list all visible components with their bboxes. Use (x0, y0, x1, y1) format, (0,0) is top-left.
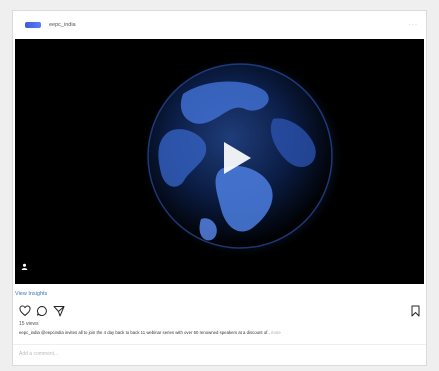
post-caption: eepc_india @eepcindia invites all to joi… (19, 330, 417, 335)
comment-input[interactable]: Add a comment... (19, 351, 58, 357)
caption-text: @eepcindia invites all to join the 4 day… (39, 330, 270, 335)
brand-logo-icon[interactable] (25, 22, 41, 28)
heart-icon[interactable] (19, 305, 31, 317)
post-header: eepc_india ··· (13, 11, 426, 39)
bookmark-icon[interactable] (410, 305, 421, 317)
send-icon[interactable] (53, 305, 65, 317)
post-username[interactable]: eepc_india (49, 22, 76, 28)
comment-icon[interactable] (36, 305, 48, 317)
play-icon[interactable] (224, 142, 251, 174)
globe-image (141, 55, 345, 259)
video-player[interactable] (15, 39, 424, 284)
caption-username[interactable]: eepc_india (19, 330, 40, 335)
caption-more-link[interactable]: more (270, 330, 281, 335)
user-icon[interactable] (21, 263, 28, 270)
post-card: eepc_india ··· View Insights 15 views ee… (12, 10, 427, 366)
action-bar (17, 305, 422, 319)
view-insights-link[interactable]: View Insights (15, 291, 47, 297)
ellipsis-icon[interactable]: ··· (409, 22, 418, 28)
divider (13, 344, 426, 345)
view-count: 15 views (19, 321, 39, 327)
page: eepc_india ··· View Insights 15 views ee… (0, 0, 439, 371)
